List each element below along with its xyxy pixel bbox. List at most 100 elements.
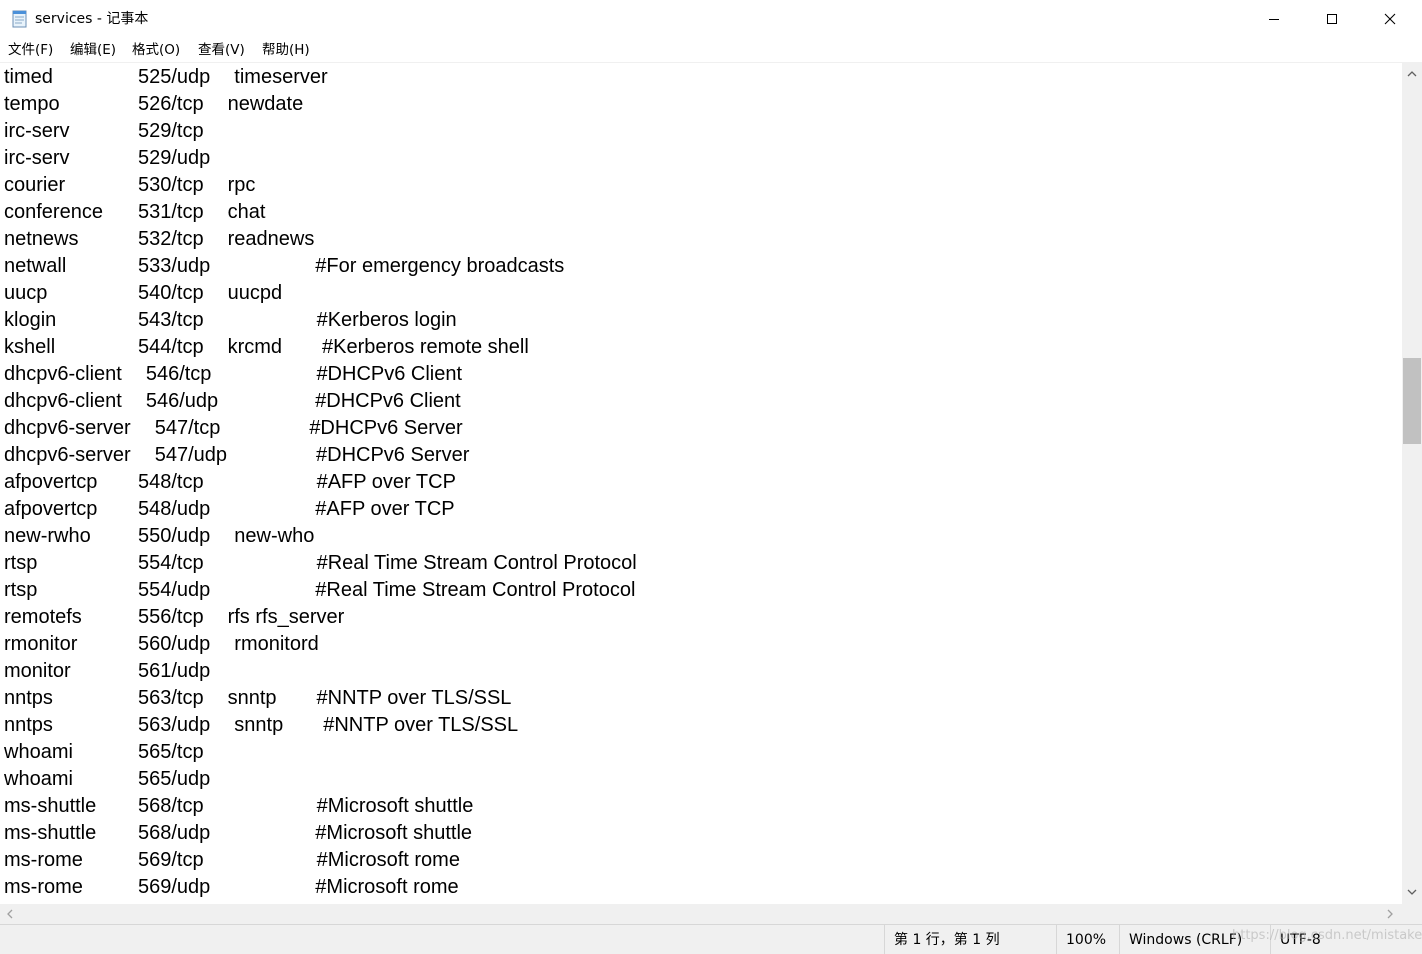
- close-icon: [1384, 13, 1396, 25]
- service-name: monitor: [4, 660, 71, 682]
- chevron-right-icon: [1387, 909, 1393, 919]
- port-protocol: 568/udp: [138, 822, 211, 844]
- service-name: ms-shuttle: [4, 822, 97, 844]
- comment: #DHCPv6 Server: [316, 444, 470, 466]
- port-protocol: 543/tcp: [138, 309, 204, 331]
- port-protocol: 529/tcp: [138, 120, 204, 142]
- service-name: irc-serv: [4, 120, 70, 142]
- service-name: irc-serv: [4, 147, 70, 169]
- service-name: timed: [4, 66, 53, 88]
- comment: #Real Time Stream Control Protocol: [315, 579, 636, 601]
- comment: #Real Time Stream Control Protocol: [316, 552, 637, 574]
- port-protocol: 568/tcp: [138, 795, 204, 817]
- maximize-icon: [1327, 14, 1337, 24]
- port-protocol: 565/tcp: [138, 741, 204, 763]
- menu-format[interactable]: 格式(O): [132, 41, 180, 59]
- comment: #Microsoft rome: [315, 876, 459, 898]
- comment: #For emergency broadcasts: [315, 255, 565, 277]
- aliases: chat: [227, 201, 266, 223]
- chevron-left-icon: [7, 909, 13, 919]
- port-protocol: 563/tcp: [138, 687, 204, 709]
- aliases: snntp: [227, 687, 277, 709]
- status-bar: 第 1 行，第 1 列 100% Windows (CRLF) UTF-8: [0, 924, 1422, 954]
- port-protocol: 569/udp: [138, 876, 211, 898]
- aliases: uucpd: [227, 282, 283, 304]
- title-bar[interactable]: services - 记事本: [0, 0, 1422, 38]
- scroll-down-button[interactable]: [1402, 882, 1422, 902]
- menu-edit[interactable]: 编辑(E): [70, 41, 116, 59]
- aliases: timeserver: [234, 66, 328, 88]
- port-protocol: 560/udp: [138, 633, 211, 655]
- menu-bar: 文件(F) 编辑(E) 格式(O) 查看(V) 帮助(H): [0, 38, 1422, 62]
- text-editor[interactable]: timed 525/udp timeserver tempo 526/tcp newdat…: [0, 62, 1402, 904]
- aliases: new-who: [234, 525, 315, 547]
- port-protocol: 548/tcp: [138, 471, 204, 493]
- service-name: dhcpv6-client: [4, 390, 122, 412]
- aliases: rmonitord: [234, 633, 319, 655]
- port-protocol: 540/tcp: [138, 282, 204, 304]
- port-protocol: 556/tcp: [138, 606, 204, 628]
- service-name: whoami: [4, 768, 73, 790]
- service-name: ms-rome: [4, 849, 83, 871]
- port-protocol: 569/tcp: [138, 849, 204, 871]
- aliases: snntp: [234, 714, 284, 736]
- service-name: dhcpv6-client: [4, 363, 122, 385]
- chevron-down-icon: [1407, 889, 1417, 895]
- service-name: afpovertcp: [4, 471, 98, 493]
- aliases: rfs rfs_server: [227, 606, 345, 628]
- port-protocol: 530/tcp: [138, 174, 204, 196]
- notepad-icon: [12, 10, 27, 28]
- service-name: nntps: [4, 687, 53, 709]
- port-protocol: 533/udp: [138, 255, 211, 277]
- watermark: https://blog.csdn.net/mistake11a: [1232, 928, 1422, 943]
- aliases: krcmd: [227, 336, 283, 358]
- port-protocol: 563/udp: [138, 714, 211, 736]
- port-protocol: 546/udp: [145, 390, 219, 412]
- service-name: conference: [4, 201, 103, 223]
- aliases: newdate: [227, 93, 304, 115]
- scroll-right-button[interactable]: [1380, 904, 1400, 924]
- aliases: rpc: [227, 174, 256, 196]
- port-protocol: 550/udp: [138, 525, 211, 547]
- comment: #NNTP over TLS/SSL: [323, 714, 519, 736]
- service-name: dhcpv6-server: [4, 444, 131, 466]
- service-name: ms-shuttle: [4, 795, 97, 817]
- port-protocol: 525/udp: [138, 66, 211, 88]
- port-protocol: 554/tcp: [138, 552, 204, 574]
- close-button[interactable]: [1361, 0, 1419, 38]
- comment: #Microsoft shuttle: [316, 795, 474, 817]
- menu-help[interactable]: 帮助(H): [262, 41, 310, 59]
- service-name: whoami: [4, 741, 73, 763]
- service-name: rtsp: [4, 579, 38, 601]
- maximize-button[interactable]: [1303, 0, 1361, 38]
- comment: #Microsoft shuttle: [315, 822, 473, 844]
- vertical-scroll-thumb[interactable]: [1403, 358, 1421, 444]
- service-name: remotefs: [4, 606, 82, 628]
- comment: #DHCPv6 Server: [309, 417, 463, 439]
- chevron-up-icon: [1407, 71, 1417, 77]
- menu-file[interactable]: 文件(F): [8, 41, 53, 59]
- service-name: courier: [4, 174, 66, 196]
- comment: #Microsoft rome: [316, 849, 460, 871]
- horizontal-scrollbar[interactable]: [0, 904, 1402, 924]
- port-protocol: 532/tcp: [138, 228, 204, 250]
- vertical-scrollbar[interactable]: [1402, 62, 1422, 904]
- comment: #Kerberos login: [316, 309, 457, 331]
- comment: #DHCPv6 Client: [316, 363, 463, 385]
- minimize-icon: [1269, 19, 1279, 20]
- comment: #AFP over TCP: [316, 471, 456, 493]
- service-name: dhcpv6-server: [4, 417, 131, 439]
- service-name: klogin: [4, 309, 57, 331]
- service-name: new-rwho: [4, 525, 91, 547]
- comment: #Kerberos remote shell: [322, 336, 529, 358]
- comment: #NNTP over TLS/SSL: [316, 687, 512, 709]
- menu-view[interactable]: 查看(V): [198, 41, 245, 59]
- port-protocol: 548/udp: [138, 498, 211, 520]
- minimize-button[interactable]: [1245, 0, 1303, 38]
- window-title: services - 记事本: [35, 11, 149, 27]
- scrollbar-corner: [1402, 904, 1422, 924]
- scroll-up-button[interactable]: [1402, 64, 1422, 84]
- scroll-left-button[interactable]: [0, 904, 20, 924]
- port-protocol: 546/tcp: [145, 363, 212, 385]
- service-name: rmonitor: [4, 633, 78, 655]
